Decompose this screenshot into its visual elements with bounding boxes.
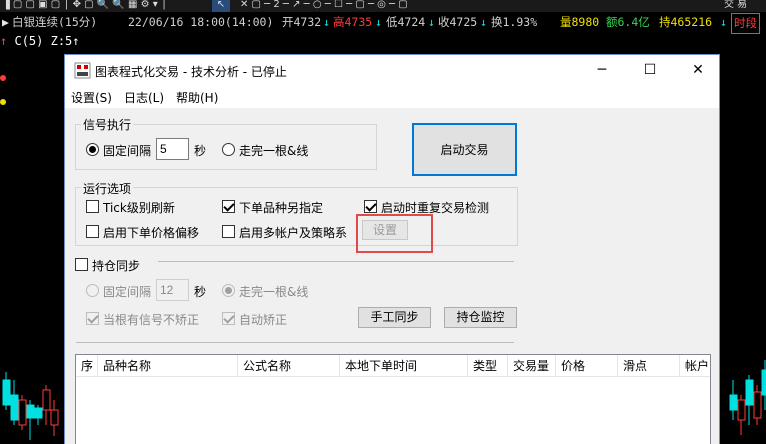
candle-body (753, 391, 762, 419)
column-header[interactable]: 价格 (556, 355, 618, 377)
sync-bar-complete-radio[interactable] (222, 284, 235, 297)
position-monitor-button[interactable]: 持仓监控 (444, 307, 517, 328)
order-product-checkbox[interactable] (222, 200, 235, 213)
column-header[interactable]: 公式名称 (238, 355, 340, 377)
candle-body (729, 394, 738, 411)
candle-body (761, 369, 766, 396)
column-header[interactable]: 序 (76, 355, 98, 377)
app-icon (74, 62, 91, 79)
price-offset-label: 启用下单价格偏移 (103, 226, 200, 240)
bar-complete-radio[interactable] (222, 143, 235, 156)
sync-fixed-interval-radio[interactable] (86, 284, 99, 297)
run-options-title: 运行选项 (81, 180, 134, 197)
candle-body (745, 379, 754, 406)
bar-complete-label: 走完一根&线 (239, 144, 309, 158)
column-header[interactable]: 类型 (468, 355, 508, 377)
menubar: 设置(S) 日志(L) 帮助(H) (65, 86, 719, 108)
sync-interval-input[interactable] (156, 279, 189, 301)
signal-dot (0, 75, 6, 81)
menu-settings[interactable]: 设置(S) (71, 89, 112, 106)
auto-correct-checkbox[interactable] (222, 312, 235, 325)
highlight-box (356, 214, 433, 253)
column-header[interactable]: 本地下单时间 (340, 355, 468, 377)
close-icon[interactable]: ✕ (675, 55, 721, 86)
candle-body (18, 399, 27, 426)
menu-help[interactable]: 帮助(H) (176, 89, 218, 106)
order-product-label: 下单品种另指定 (239, 201, 324, 215)
divider (76, 342, 514, 343)
candle-body (10, 394, 19, 421)
fixed-interval-label: 固定间隔 (103, 144, 152, 158)
no-correct-checkbox[interactable] (86, 312, 99, 325)
minimize-icon[interactable]: ─ (579, 55, 625, 86)
dialog-title: 图表程式化交易 - 技术分析 - 已停止 (95, 65, 287, 79)
price-offset-checkbox[interactable] (86, 225, 99, 238)
column-header[interactable]: 交易量 (508, 355, 556, 377)
candle-body (2, 379, 11, 406)
tick-refresh-checkbox[interactable] (86, 200, 99, 213)
manual-sync-button[interactable]: 手工同步 (358, 307, 431, 328)
position-sync-checkbox[interactable] (75, 258, 88, 271)
candle-body (42, 389, 51, 411)
menu-log[interactable]: 日志(L) (124, 89, 164, 106)
interval-input[interactable] (156, 138, 189, 160)
candle-body (34, 407, 43, 419)
position-sync-label: 持仓同步 (92, 259, 141, 273)
divider (158, 261, 514, 262)
no-correct-label: 当根有信号不矫正 (103, 313, 200, 327)
fixed-interval-radio[interactable] (86, 143, 99, 156)
signal-dot (0, 99, 6, 105)
candle-body (50, 409, 59, 426)
tick-refresh-label: Tick级别刷新 (103, 201, 175, 215)
sync-fixed-interval-label: 固定间隔 (103, 285, 152, 299)
table-header: 序 品种名称 公式名称 本地下单时间 类型 交易量 价格 滑点 帐户 (76, 355, 710, 377)
multi-account-label: 启用多帐户及策略系 (239, 226, 348, 240)
candle-body (737, 399, 746, 421)
column-header[interactable]: 滑点 (618, 355, 680, 377)
multi-account-checkbox[interactable] (222, 225, 235, 238)
signal-group-title: 信号执行 (81, 116, 134, 133)
sync-bar-complete-label: 走完一根&线 (239, 285, 309, 299)
duplicate-check-checkbox[interactable] (364, 200, 377, 213)
column-header[interactable]: 品种名称 (98, 355, 238, 377)
candle-body (26, 404, 35, 419)
seconds-label: 秒 (194, 144, 207, 158)
order-table[interactable]: 序 品种名称 公式名称 本地下单时间 类型 交易量 价格 滑点 帐户 (75, 354, 711, 444)
sync-seconds-label: 秒 (194, 285, 207, 299)
column-header[interactable]: 帐户 (680, 355, 710, 377)
auto-correct-label: 自动矫正 (239, 313, 288, 327)
maximize-icon[interactable]: ☐ (627, 55, 673, 86)
start-trading-button[interactable]: 启动交易 (412, 123, 517, 176)
dialog-titlebar[interactable]: 图表程式化交易 - 技术分析 - 已停止 ─ ☐ ✕ (65, 55, 719, 86)
